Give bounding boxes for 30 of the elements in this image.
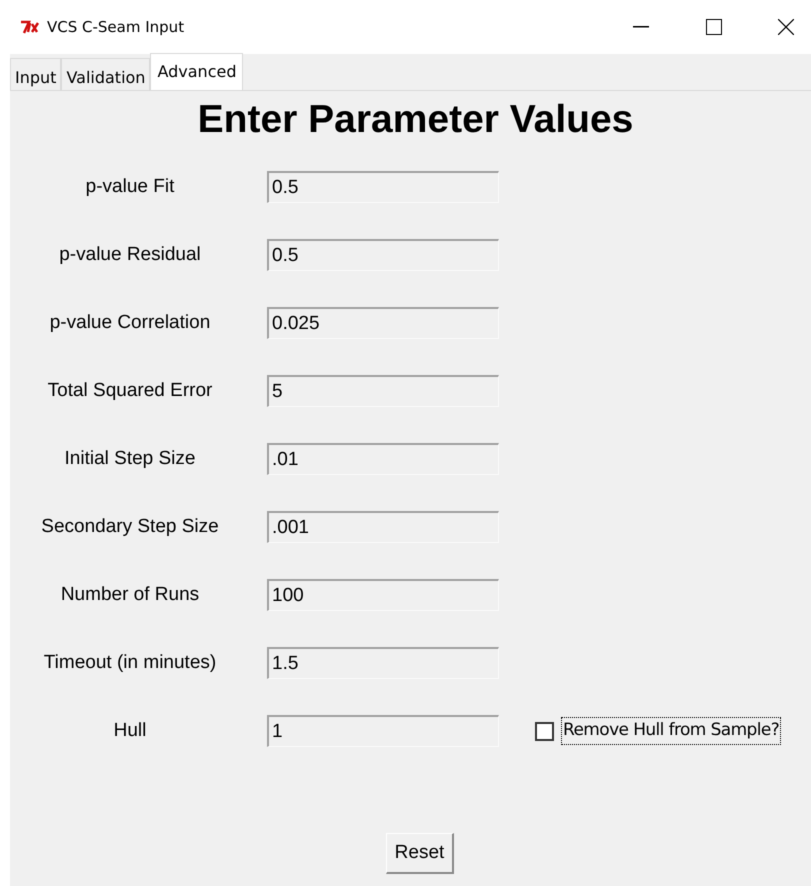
field-label: Total Squared Error xyxy=(48,380,212,401)
field-label: p-value Fit xyxy=(86,176,174,197)
tab[interactable]: Input xyxy=(10,58,62,90)
field-label: p-value Correlation xyxy=(50,312,210,333)
tab[interactable]: Advanced xyxy=(150,53,244,90)
input-field[interactable]: 1.5 xyxy=(267,647,499,679)
input-field[interactable]: 100 xyxy=(267,579,499,611)
field-label: Initial Step Size xyxy=(64,448,196,469)
app-logo-icon xyxy=(20,20,40,34)
field-label: Secondary Step Size xyxy=(41,516,219,537)
input-field[interactable]: 0.5 xyxy=(267,171,499,203)
field-label: Number of Runs xyxy=(60,584,200,605)
input-field[interactable]: 0.5 xyxy=(267,239,499,271)
maximize-icon[interactable] xyxy=(706,19,722,35)
checkbox-label[interactable]: Remove Hull from Sample? xyxy=(561,717,782,745)
window-title: VCS C-Seam Input xyxy=(47,16,184,38)
field-label: p-value Residual xyxy=(59,244,201,265)
checkbox[interactable] xyxy=(535,722,554,740)
input-field[interactable]: 5 xyxy=(267,375,499,407)
page-heading: Enter Parameter Values xyxy=(196,97,634,143)
input-field[interactable]: 1 xyxy=(267,715,499,747)
field-label: Hull xyxy=(114,720,146,741)
input-field[interactable]: .001 xyxy=(267,511,499,543)
minimize-icon[interactable] xyxy=(633,26,649,28)
field-label: Timeout (in minutes) xyxy=(44,652,216,673)
input-field[interactable]: 0.025 xyxy=(267,307,499,339)
input-field[interactable]: .01 xyxy=(267,443,499,475)
tab[interactable]: Validation xyxy=(61,58,150,90)
reset-button[interactable]: Reset xyxy=(386,833,454,874)
close-icon[interactable] xyxy=(778,19,794,35)
